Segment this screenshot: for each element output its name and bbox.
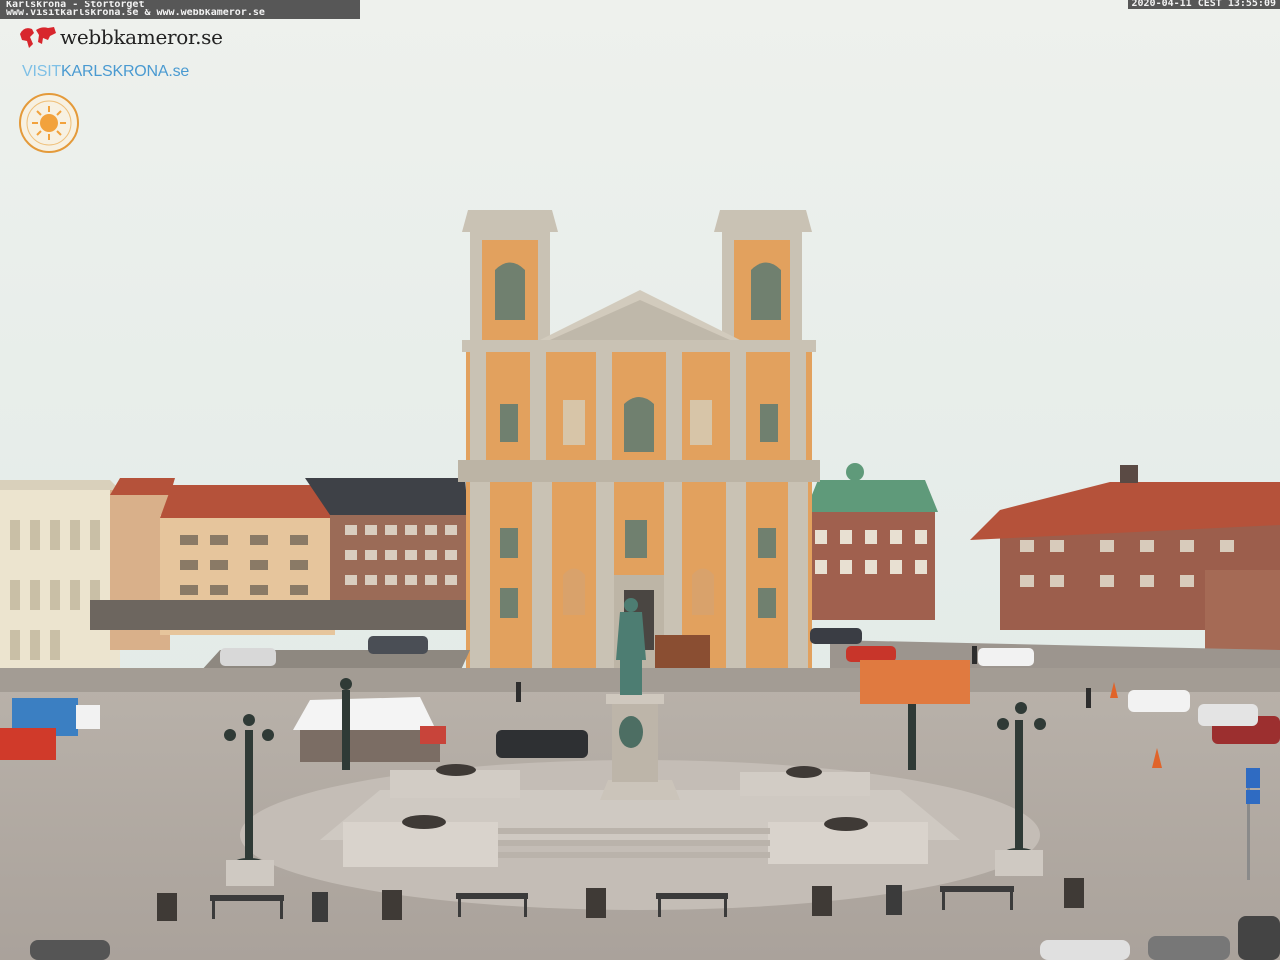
caption-timestamp: 2020-04-11 CEST 13:55:09 <box>1127 0 1280 9</box>
camera-caption: Karlskrona - Stortorget www.visitkarlskr… <box>0 0 360 19</box>
world-map-icon <box>20 27 56 48</box>
market-tent <box>293 697 446 762</box>
left-apartment-block <box>90 478 470 650</box>
webcam-scene <box>0 0 1280 960</box>
sun-badge-icon <box>19 93 79 153</box>
visit-rest: KARLSKRONA.se <box>61 63 190 80</box>
visitkarlskrona-logo: VISITKARLSKRONA.se <box>22 63 189 81</box>
right-green-roof-building <box>805 463 938 620</box>
webbkameror-logo: webbkameror.se <box>18 24 223 50</box>
visit-prefix: VISIT <box>22 63 62 80</box>
webbkameror-logo-text: webbkameror.se <box>60 25 223 49</box>
caption-location: Karlskrona - Stortorget <box>6 1 145 9</box>
left-white-building <box>0 480 120 670</box>
caption-websites: www.visitkarlskrona.se & www.webbkameror… <box>6 9 265 17</box>
